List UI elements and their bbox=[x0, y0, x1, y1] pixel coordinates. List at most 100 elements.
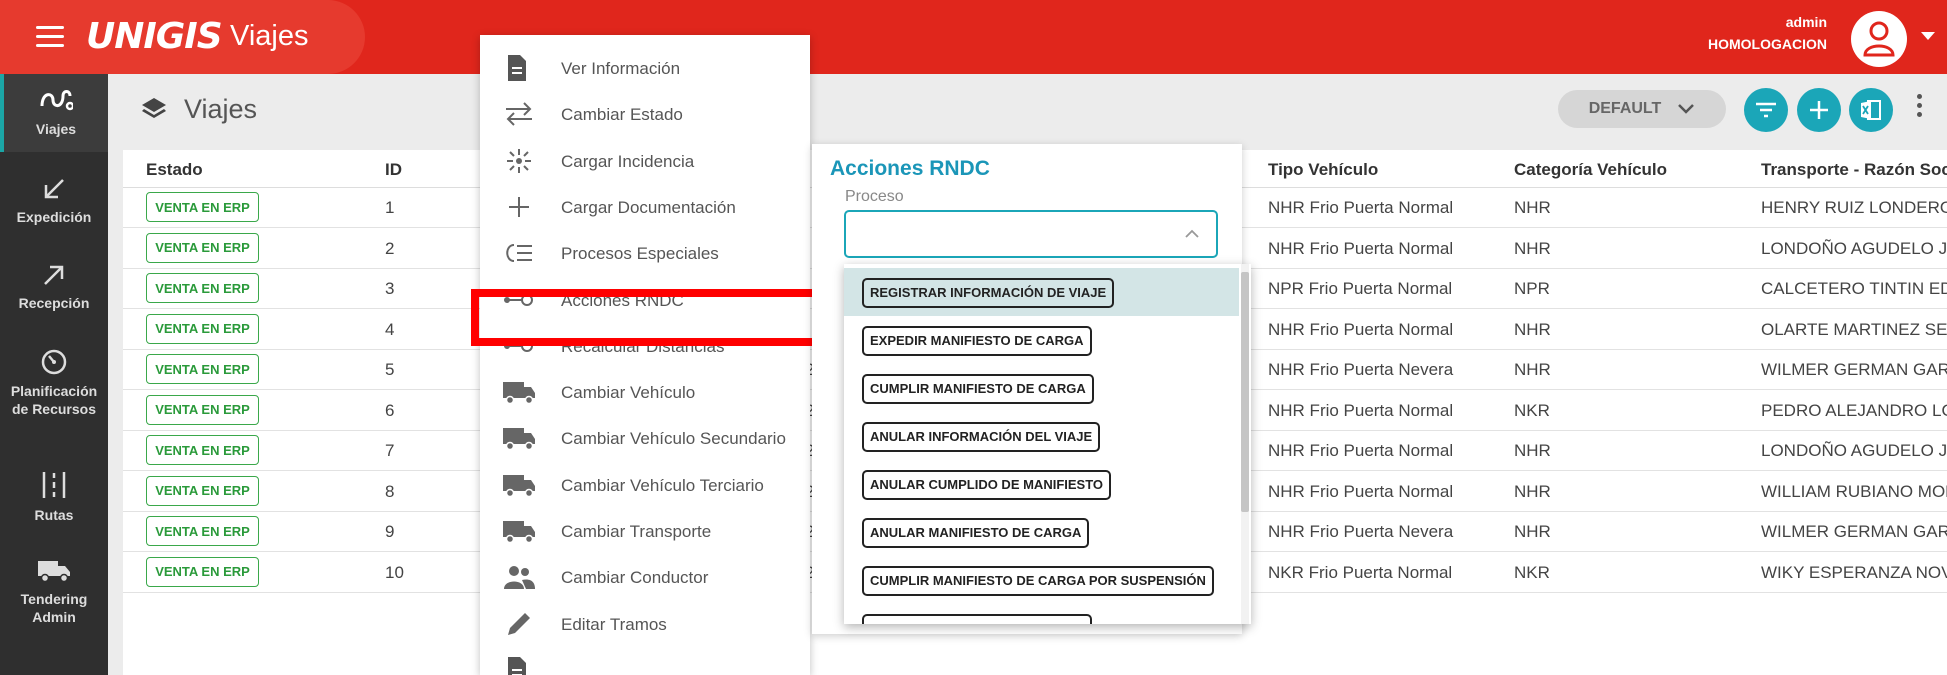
dropdown-option[interactable]: ANULAR INFORMACIÓN DEL VIAJE bbox=[844, 412, 1239, 460]
view-select-value: DEFAULT bbox=[1588, 100, 1662, 117]
status-badge: VENTA EN ERP bbox=[146, 516, 259, 546]
highlight-annotation bbox=[471, 289, 821, 346]
status-badge: VENTA EN ERP bbox=[146, 394, 259, 425]
user-avatar[interactable] bbox=[1851, 11, 1907, 67]
menu-item-clipped[interactable] bbox=[480, 647, 810, 675]
view-select[interactable]: DEFAULT bbox=[1558, 90, 1726, 128]
cell-tipo-vehiculo: NPR Frio Puerta Normal bbox=[1268, 279, 1453, 298]
menu-item-label: Cambiar Transporte bbox=[561, 522, 712, 541]
plus-icon bbox=[1810, 101, 1828, 119]
menu-item-label: Cambiar Vehículo bbox=[561, 383, 696, 403]
cell-categoria: NHR bbox=[1514, 481, 1551, 501]
cell-transporte: LONDOÑO AGUDELO JEI bbox=[1761, 238, 1947, 258]
swap-arrows-icon bbox=[502, 100, 536, 128]
more-options-icon[interactable] bbox=[1914, 90, 1924, 130]
dropdown-option[interactable]: INTEGRAR REGISTRO MUNICIPAL bbox=[844, 604, 1239, 624]
cell-categoria: NHR bbox=[1514, 441, 1551, 460]
menu-item-cargar-documentacion[interactable]: Cargar Documentación bbox=[480, 184, 810, 230]
dropdown-option[interactable]: ANULAR CUMPLIDO DE MANIFIESTO bbox=[844, 460, 1239, 508]
menu-item-cambiar-estado[interactable]: Cambiar Estado bbox=[480, 91, 810, 137]
cell-tipo-vehiculo: NHR Frio Puerta Nevera bbox=[1268, 360, 1454, 379]
row-context-menu: Ver Información Cambiar Estado Cargar Inci… bbox=[480, 35, 810, 675]
cell-transporte: WILMER GERMAN GARC bbox=[1761, 522, 1947, 541]
proceso-dropdown-list: REGISTRAR INFORMACIÓN DE VIAJE EXPEDIR MA… bbox=[844, 264, 1251, 624]
document-icon bbox=[502, 54, 536, 82]
user-menu-chevron-down-icon[interactable] bbox=[1921, 32, 1935, 40]
filter-button[interactable] bbox=[1744, 88, 1788, 132]
menu-item-label: Cambiar Estado bbox=[561, 105, 683, 125]
cell-tipo-vehiculo: NHR Frio Puerta Nevera bbox=[1268, 522, 1454, 541]
cell-id: 4 bbox=[385, 319, 395, 339]
sidebar-item-label: Tendering Admin bbox=[20, 591, 88, 625]
menu-item-cambiar-transporte[interactable]: Cambiar Transporte bbox=[480, 508, 810, 554]
cell-transporte: WILLIAM RUBIANO MON bbox=[1761, 481, 1947, 501]
menu-item-label: Cambiar Conductor bbox=[561, 568, 709, 588]
column-header-estado[interactable]: Estado bbox=[146, 160, 203, 180]
truck-icon bbox=[502, 471, 536, 499]
people-icon bbox=[502, 563, 536, 591]
menu-item-ver-informacion[interactable]: Ver Información bbox=[480, 45, 810, 91]
sidebar-item-tendering-admin[interactable]: Tendering Admin bbox=[0, 558, 108, 626]
cell-tipo-vehiculo: NHR Frio Puerta Normal bbox=[1268, 481, 1454, 501]
cell-tipo-vehiculo: NKR Frio Puerta Normal bbox=[1268, 562, 1453, 582]
cell-id: 10 bbox=[385, 562, 404, 582]
column-header-tipo-vehiculo[interactable]: Tipo Vehículo bbox=[1268, 160, 1378, 180]
sidebar-item-label: Planificación de Recursos bbox=[10, 383, 98, 417]
sidebar-item-viajes[interactable]: Viajes bbox=[0, 74, 108, 152]
cell-id: 6 bbox=[385, 400, 395, 420]
cell-id: 5 bbox=[385, 360, 395, 379]
menu-item-cambiar-vehiculo-secundario[interactable]: Cambiar Vehículo Secundario bbox=[480, 415, 810, 461]
cell-id: 2 bbox=[385, 238, 395, 258]
dropdown-option[interactable]: EXPEDIR MANIFIESTO DE CARGA bbox=[844, 316, 1239, 364]
truck-icon bbox=[502, 517, 536, 545]
truck-icon bbox=[502, 424, 536, 452]
sidebar-item-expedicion[interactable]: Expedición bbox=[0, 176, 108, 226]
option-label: ANULAR INFORMACIÓN DEL VIAJE bbox=[862, 422, 1101, 452]
column-header-categoria-vehiculo[interactable]: Categoría Vehículo bbox=[1514, 160, 1667, 180]
cell-id: 1 bbox=[385, 198, 395, 217]
column-header-transporte[interactable]: Transporte - Razón Soci bbox=[1761, 160, 1947, 180]
dropdown-option[interactable]: CUMPLIR MANIFIESTO DE CARGA POR SUSPENSI… bbox=[844, 556, 1239, 604]
excel-icon bbox=[1861, 100, 1881, 120]
cell-categoria: NHR bbox=[1514, 522, 1551, 541]
app-logo: UNIGIS bbox=[86, 16, 223, 57]
dropdown-option[interactable]: REGISTRAR INFORMACIÓN DE VIAJE bbox=[844, 268, 1239, 316]
dropdown-option[interactable]: CUMPLIR MANIFIESTO DE CARGA bbox=[844, 364, 1239, 412]
arrow-up-right-icon bbox=[44, 265, 64, 285]
road-icon bbox=[42, 472, 66, 498]
sidebar-item-recepcion[interactable]: Recepción bbox=[0, 262, 108, 312]
menu-item-cambiar-conductor[interactable]: Cambiar Conductor bbox=[480, 554, 810, 600]
column-header-id[interactable]: ID bbox=[385, 160, 402, 180]
menu-item-cambiar-vehiculo-terciario[interactable]: Cambiar Vehículo Terciario bbox=[480, 462, 810, 508]
export-excel-button[interactable] bbox=[1849, 88, 1893, 132]
add-button[interactable] bbox=[1797, 88, 1841, 132]
sidebar-item-label: Recepción bbox=[18, 295, 90, 311]
user-info: admin HOMOLOGACION bbox=[1708, 14, 1827, 52]
menu-item-cargar-incidencia[interactable]: Cargar Incidencia bbox=[480, 138, 810, 184]
user-icon bbox=[1863, 21, 1895, 57]
proceso-select[interactable] bbox=[844, 210, 1218, 258]
cell-id: 9 bbox=[385, 522, 395, 541]
layers-icon bbox=[142, 97, 166, 118]
cell-tipo-vehiculo: NHR Frio Puerta Normal bbox=[1268, 238, 1454, 258]
status-badge: VENTA EN ERP bbox=[146, 556, 259, 587]
document-icon bbox=[502, 656, 536, 675]
menu-item-editar-tramos[interactable]: Editar Tramos bbox=[480, 601, 810, 647]
dropdown-option[interactable]: ANULAR MANIFIESTO DE CARGA bbox=[844, 508, 1239, 556]
menu-item-label: Cambiar Vehículo Terciario bbox=[561, 475, 764, 495]
cell-transporte: OLARTE MARTINEZ SER bbox=[1761, 319, 1947, 339]
status-badge: VENTA EN ERP bbox=[146, 435, 259, 465]
app-title: Viajes bbox=[230, 20, 309, 52]
cell-transporte: WILMER GERMAN GARC bbox=[1761, 360, 1947, 379]
sidebar-item-label: Viajes bbox=[35, 121, 77, 137]
sidebar-item-rutas[interactable]: Rutas bbox=[0, 470, 108, 524]
sidebar-item-planificacion[interactable]: Planificación de Recursos bbox=[0, 348, 108, 418]
option-label: CUMPLIR MANIFIESTO DE CARGA bbox=[862, 374, 1094, 404]
menu-item-procesos-especiales[interactable]: Procesos Especiales bbox=[480, 230, 810, 276]
option-label: CUMPLIR MANIFIESTO DE CARGA POR SUSPENSI… bbox=[862, 566, 1214, 596]
dropdown-scrollbar[interactable] bbox=[1241, 264, 1249, 624]
pencil-icon bbox=[502, 610, 536, 638]
status-badge: VENTA EN ERP bbox=[146, 475, 259, 506]
menu-item-cambiar-vehiculo[interactable]: Cambiar Vehículo bbox=[480, 369, 810, 415]
hamburger-menu-icon[interactable] bbox=[36, 26, 64, 48]
